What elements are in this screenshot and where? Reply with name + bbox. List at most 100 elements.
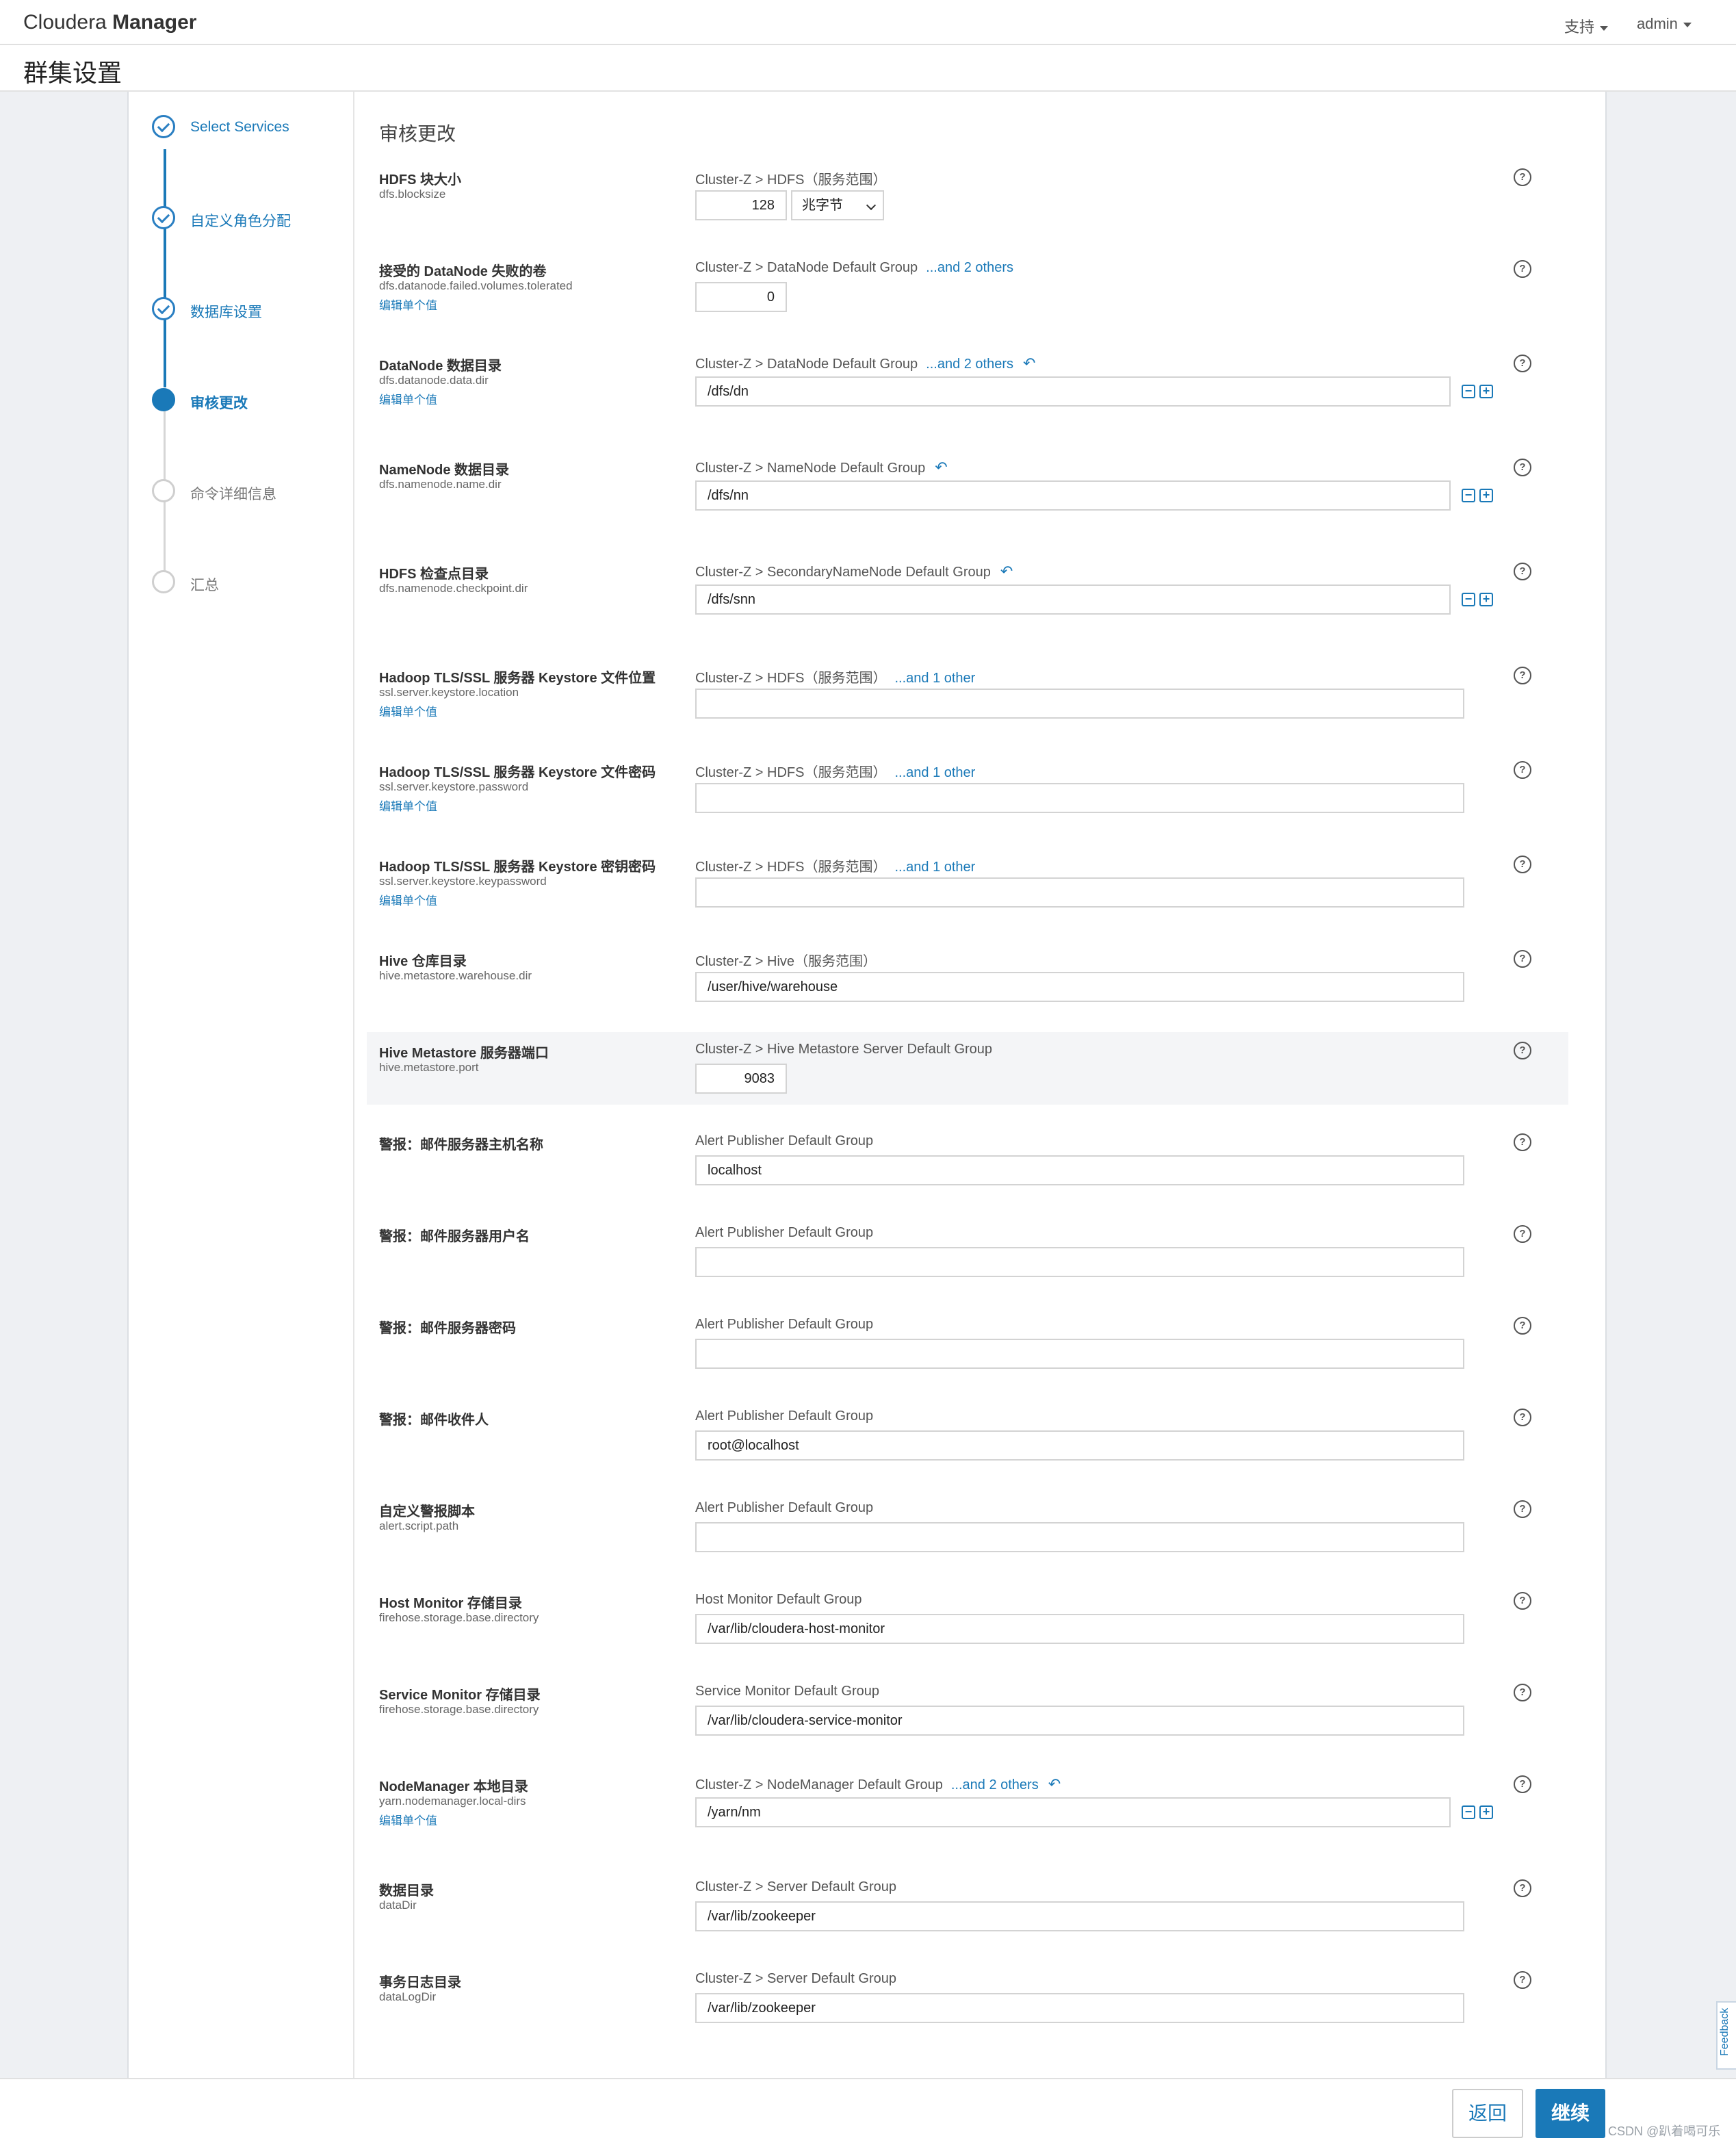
param-key: firehose.storage.base.directory [379, 1703, 539, 1716]
help-icon[interactable]: ? [1514, 1225, 1531, 1243]
help-icon[interactable]: ? [1514, 1042, 1531, 1059]
undo-icon[interactable]: ↶ [1048, 1775, 1061, 1793]
remove-value-icon[interactable]: − [1462, 1805, 1475, 1819]
nodemanager-dir-input[interactable]: /yarn/nm [695, 1797, 1451, 1827]
help-icon[interactable]: ? [1514, 1971, 1531, 1989]
param-row: Host Monitor 存储目录 firehose.storage.base.… [0, 1589, 1736, 1658]
param-key: dataDir [379, 1899, 417, 1912]
wizard-step-select-services[interactable]: Select Services [152, 115, 357, 142]
param-scope: Alert Publisher Default Group [695, 1317, 873, 1333]
add-value-icon[interactable]: + [1479, 1805, 1493, 1819]
brand-strong: Manager [112, 11, 197, 34]
param-key: hive.metastore.port [379, 1061, 479, 1074]
param-scope: Cluster-Z > DataNode Default Group ...and… [695, 355, 1035, 372]
param-title: 警报：邮件服务器密码 [379, 1321, 516, 1336]
others-link[interactable]: ...and 2 others [926, 357, 1013, 372]
help-icon[interactable]: ? [1514, 856, 1531, 873]
param-title: NameNode 数据目录 [379, 463, 510, 478]
zookeeper-data-dir-input[interactable]: /var/lib/zookeeper [695, 1901, 1464, 1931]
remove-value-icon[interactable]: − [1462, 593, 1475, 606]
param-key: ssl.server.keystore.location [379, 686, 519, 699]
hive-metastore-port-input[interactable]: 9083 [695, 1064, 787, 1094]
mail-host-input[interactable]: localhost [695, 1155, 1464, 1185]
remove-value-icon[interactable]: − [1462, 489, 1475, 502]
edit-individual-values-link[interactable]: 编辑单个值 [379, 702, 437, 719]
help-icon[interactable]: ? [1514, 667, 1531, 684]
namenode-dir-input[interactable]: /dfs/nn [695, 480, 1451, 511]
help-icon[interactable]: ? [1514, 950, 1531, 968]
edit-individual-values-link[interactable]: 编辑单个值 [379, 1811, 437, 1828]
param-scope: Cluster-Z > Server Default Group [695, 1879, 896, 1895]
failed-volumes-input[interactable]: 0 [695, 282, 787, 312]
undo-icon[interactable]: ↶ [935, 459, 947, 476]
keystore-password-input[interactable] [695, 783, 1464, 813]
edit-individual-values-link[interactable]: 编辑单个值 [379, 296, 437, 313]
zookeeper-log-dir-input[interactable]: /var/lib/zookeeper [695, 1993, 1464, 2023]
mail-recipient-input[interactable]: root@localhost [695, 1430, 1464, 1461]
back-button[interactable]: 返回 [1452, 2089, 1523, 2138]
others-link[interactable]: ...and 1 other [894, 765, 975, 780]
keystore-location-input[interactable] [695, 689, 1464, 719]
add-value-icon[interactable]: + [1479, 489, 1493, 502]
add-value-icon[interactable]: + [1479, 385, 1493, 398]
others-link[interactable]: ...and 2 others [926, 260, 1013, 275]
help-icon[interactable]: ? [1514, 1133, 1531, 1151]
edit-individual-values-link[interactable]: 编辑单个值 [379, 891, 437, 908]
param-key: alert.script.path [379, 1519, 459, 1532]
mail-password-input[interactable] [695, 1339, 1464, 1369]
help-icon[interactable]: ? [1514, 1684, 1531, 1701]
scope-text: Alert Publisher Default Group [695, 1500, 874, 1515]
page-header: 群集设置 [0, 45, 1736, 92]
param-title: Host Monitor 存储目录 [379, 1596, 522, 1611]
brand-logo[interactable]: Cloudera Manager [23, 11, 196, 34]
help-icon[interactable]: ? [1514, 168, 1531, 186]
help-icon[interactable]: ? [1514, 355, 1531, 372]
param-row: NameNode 数据目录 dfs.namenode.name.dir Clus… [0, 456, 1736, 524]
keystore-keypassword-input[interactable] [695, 877, 1464, 908]
user-menu[interactable]: admin [1637, 15, 1692, 33]
param-title: NodeManager 本地目录 [379, 1779, 528, 1795]
param-row: NodeManager 本地目录 yarn.nodemanager.local-… [0, 1773, 1736, 1841]
help-icon[interactable]: ? [1514, 1317, 1531, 1335]
undo-icon[interactable]: ↶ [1023, 355, 1035, 372]
checkpoint-dir-input[interactable]: /dfs/snn [695, 584, 1451, 615]
feedback-tab[interactable]: Feedback [1716, 2001, 1736, 2070]
mail-username-input[interactable] [695, 1247, 1464, 1277]
param-key: dfs.datanode.data.dir [379, 374, 489, 387]
help-icon[interactable]: ? [1514, 1879, 1531, 1897]
param-title: Hadoop TLS/SSL 服务器 Keystore 密钥密码 [379, 860, 656, 875]
add-value-icon[interactable]: + [1479, 593, 1493, 606]
help-icon[interactable]: ? [1514, 761, 1531, 779]
datanode-dir-input[interactable]: /dfs/dn [695, 376, 1451, 407]
edit-individual-values-link[interactable]: 编辑单个值 [379, 390, 437, 407]
param-scope: Alert Publisher Default Group [695, 1409, 873, 1424]
service-monitor-dir-input[interactable]: /var/lib/cloudera-service-monitor [695, 1706, 1464, 1736]
help-icon[interactable]: ? [1514, 563, 1531, 580]
help-icon[interactable]: ? [1514, 260, 1531, 278]
param-scope: Cluster-Z > Server Default Group [695, 1971, 896, 1987]
continue-button[interactable]: 继续 [1536, 2089, 1605, 2138]
help-icon[interactable]: ? [1514, 1500, 1531, 1518]
support-menu[interactable]: 支持 [1564, 15, 1609, 37]
help-icon[interactable]: ? [1514, 459, 1531, 476]
scope-text: Cluster-Z > NameNode Default Group [695, 461, 926, 476]
param-title: Hive 仓库目录 [379, 954, 467, 969]
scope-text: Cluster-Z > Hive（服务范围） [695, 954, 877, 969]
help-icon[interactable]: ? [1514, 1409, 1531, 1426]
help-icon[interactable]: ? [1514, 1775, 1531, 1793]
remove-value-icon[interactable]: − [1462, 385, 1475, 398]
help-icon[interactable]: ? [1514, 1592, 1531, 1610]
alert-script-input[interactable] [695, 1522, 1464, 1552]
scope-text: Host Monitor Default Group [695, 1592, 862, 1607]
scope-text: Cluster-Z > HDFS（服务范围） [695, 172, 887, 188]
others-link[interactable]: ...and 1 other [894, 860, 975, 875]
others-link[interactable]: ...and 1 other [894, 671, 975, 686]
blocksize-unit-select[interactable]: 兆字节 [791, 190, 884, 220]
others-link[interactable]: ...and 2 others [951, 1777, 1039, 1792]
blocksize-input[interactable]: 128 [695, 190, 787, 220]
edit-individual-values-link[interactable]: 编辑单个值 [379, 797, 437, 814]
undo-icon[interactable]: ↶ [1000, 563, 1013, 580]
host-monitor-dir-input[interactable]: /var/lib/cloudera-host-monitor [695, 1614, 1464, 1644]
param-title: 警报：邮件收件人 [379, 1413, 489, 1428]
hive-warehouse-input[interactable]: /user/hive/warehouse [695, 972, 1464, 1002]
